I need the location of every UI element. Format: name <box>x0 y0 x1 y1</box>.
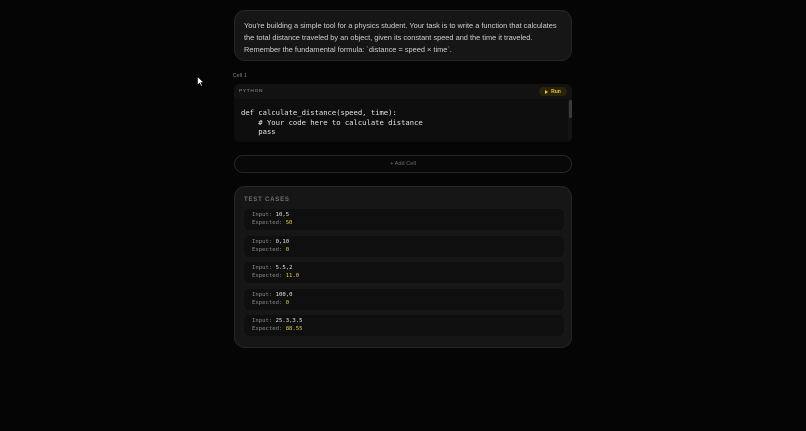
expected-label: Expected: <box>252 299 283 306</box>
test-expected-value: 50 <box>285 219 293 226</box>
expected-label: Expected: <box>252 272 283 279</box>
test-input-value: 25.3,3.5 <box>275 318 303 324</box>
test-input-value: 100,0 <box>275 292 293 298</box>
code-line: pass <box>241 127 276 137</box>
code-line: # Your code here to calculate distance <box>241 117 423 127</box>
test-case-row: Input: 25.3,3.5 Expected: 88.55 <box>244 315 564 336</box>
test-cases-title: TEST CASES <box>244 197 290 203</box>
expected-label: Expected: <box>252 325 283 332</box>
input-label: Input: <box>252 292 273 298</box>
task-description-card: You're building a simple tool for a phys… <box>234 10 572 61</box>
add-cell-button[interactable]: + Add Cell <box>234 155 572 173</box>
test-case-row: Input: 100,0 Expected: 0 <box>244 289 564 310</box>
task-description-text: You're building a simple tool for a phys… <box>244 21 557 54</box>
expected-label: Expected: <box>252 246 283 253</box>
test-input-value: 5.5,2 <box>275 265 293 271</box>
run-button[interactable]: Run <box>539 87 567 96</box>
code-editor[interactable]: def calculate_distance(speed, time): # Y… <box>241 108 423 137</box>
test-input-value: 10,5 <box>275 212 290 218</box>
test-expected-value: 0 <box>285 299 290 306</box>
code-cell[interactable]: PYTHON Run def calculate_distance(speed,… <box>234 84 572 142</box>
code-cell-header: PYTHON Run <box>234 84 572 99</box>
mouse-cursor-icon <box>197 76 205 87</box>
input-label: Input: <box>252 265 273 271</box>
test-expected-value: 0 <box>285 246 290 253</box>
code-scrollbar-thumb[interactable] <box>569 100 572 118</box>
test-case-row: Input: 5.5,2 Expected: 11.0 <box>244 262 564 283</box>
play-icon <box>545 89 549 94</box>
test-expected-value: 11.0 <box>285 272 300 279</box>
expected-label: Expected: <box>252 219 283 226</box>
notebook-page: You're building a simple tool for a phys… <box>0 0 806 431</box>
language-label: PYTHON <box>239 89 264 94</box>
test-case-row: Input: 10,5 Expected: 50 <box>244 209 564 230</box>
code-line: def calculate_distance(speed, time): <box>241 108 397 117</box>
input-label: Input: <box>252 239 273 245</box>
test-cases-panel: TEST CASES Input: 10,5 Expected: 50 Inpu… <box>234 186 572 348</box>
test-expected-value: 88.55 <box>285 325 303 332</box>
run-button-label: Run <box>551 88 561 95</box>
test-case-row: Input: 0,10 Expected: 0 <box>244 236 564 257</box>
test-input-value: 0,10 <box>275 239 290 245</box>
input-label: Input: <box>252 212 273 218</box>
input-label: Input: <box>252 318 273 324</box>
cell-label: Cell 1 <box>233 73 247 79</box>
